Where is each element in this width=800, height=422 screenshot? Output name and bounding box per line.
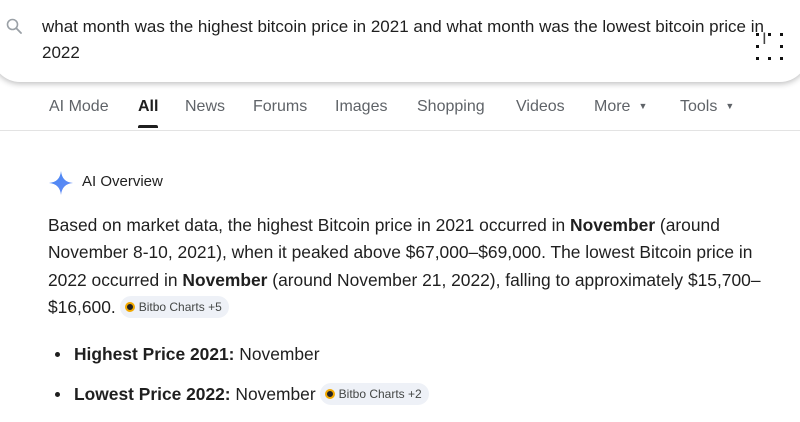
highlight-month: November [570,215,656,235]
favicon-icon [324,389,335,399]
source-chip-label: Bitbo Charts +5 [138,299,222,314]
tab-ai-mode[interactable]: AI Mode [49,98,109,116]
list-item-value: November [234,344,320,364]
source-chip[interactable]: Bitbo Charts +2 [319,383,429,405]
tab-shopping[interactable]: Shopping [417,98,485,116]
selection-handle-icon [756,33,783,60]
list-item: Lowest Price 2022: November Bitbo Charts … [48,382,768,422]
search-icon[interactable] [6,18,22,34]
tab-all[interactable]: All [138,98,159,128]
list-item: Highest Price 2021: November [48,342,768,382]
tab-news[interactable]: News [185,98,225,116]
search-tabs: AI Mode All News Forums Images Shopping … [0,90,800,131]
paragraph-text: Based on market data, the highest Bitcoi… [48,215,571,235]
summary-list: Highest Price 2021: November Lowest Pric… [48,342,768,422]
list-item-label: Highest Price 2021: [74,344,235,364]
favicon-icon [124,301,135,312]
search-bar[interactable]: what month was the highest bitcoin price… [0,0,800,82]
text-cursor-icon: I [762,29,767,48]
tab-tools[interactable]: Tools ▼ [680,98,734,116]
tab-videos[interactable]: Videos [516,98,565,116]
chevron-down-icon: ▼ [725,101,735,111]
tab-images[interactable]: Images [335,98,387,116]
chevron-down-icon: ▼ [638,101,648,111]
list-item-value: November [230,384,316,404]
source-chip-label: Bitbo Charts +2 [338,387,422,401]
highlight-month: November [182,269,268,290]
sparkle-icon [49,171,73,195]
tab-more[interactable]: More ▼ [594,98,647,116]
tab-forums[interactable]: Forums [253,98,307,116]
source-chip[interactable]: Bitbo Charts +5 [119,295,229,318]
list-item-label: Lowest Price 2022: [74,384,231,404]
tab-more-label: More [594,98,631,115]
ai-overview-paragraph: Based on market data, the highest Bitcoi… [48,212,768,321]
tab-tools-label: Tools [680,98,718,115]
ai-overview-title: AI Overview [82,173,163,190]
search-input[interactable]: what month was the highest bitcoin price… [42,14,777,66]
